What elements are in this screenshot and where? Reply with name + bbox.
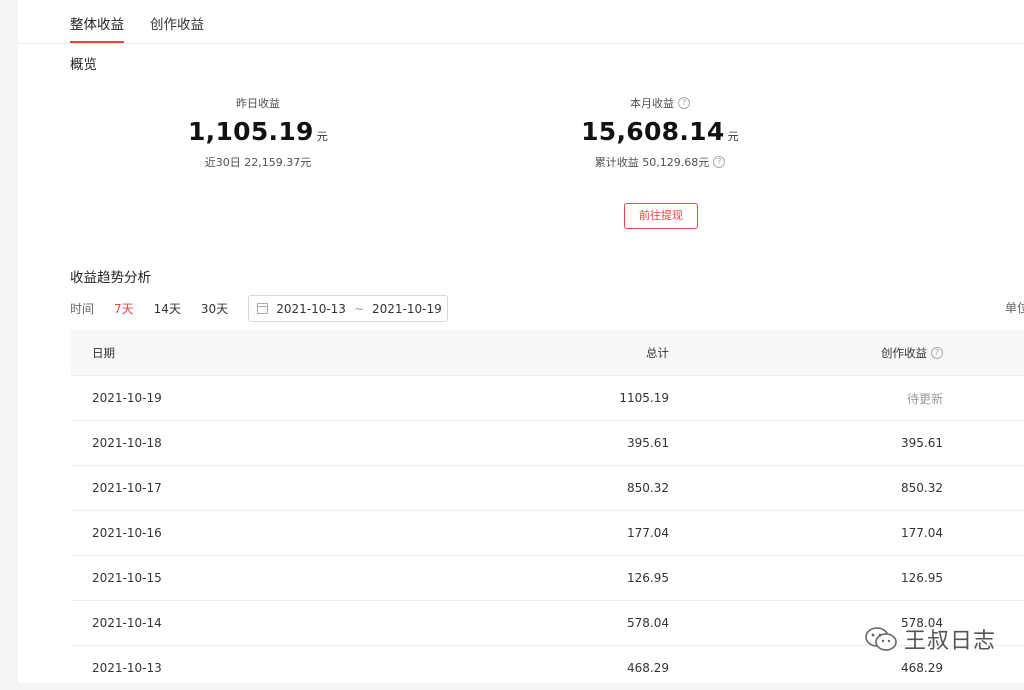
total-income: 累计收益 50,129.68元? [594, 154, 726, 170]
month-income-label-text: 本月收益 [630, 97, 674, 110]
yesterday-income-unit: 元 [316, 130, 329, 143]
row-total: 578.04 [627, 616, 669, 630]
overview-title: 概览 [70, 57, 97, 73]
row-creation: 850.32 [901, 481, 943, 495]
row-total: 850.32 [627, 481, 669, 495]
date-start: 2021-10-13 [276, 301, 346, 316]
row-total: 395.61 [627, 436, 669, 450]
header-total: 总计 [646, 345, 669, 360]
row-date: 2021-10-15 [92, 571, 162, 585]
table-header: 日期 总计 创作收益? [71, 330, 1024, 375]
month-income-label: 本月收益? [630, 95, 690, 111]
total-income-text: 累计收益 50,129.68元 [594, 156, 710, 169]
month-income-unit: 元 [727, 130, 739, 143]
row-date: 2021-10-16 [92, 526, 162, 540]
date-separator: ~ [353, 301, 365, 316]
table-row: 2021-10-15 126.95 126.95 [71, 555, 1024, 600]
row-total: 126.95 [627, 571, 669, 585]
table-row: 2021-10-16 177.04 177.04 [71, 510, 1024, 555]
wechat-icon [865, 627, 897, 651]
withdraw-button[interactable]: 前往提现 [624, 203, 698, 229]
row-creation: 待更新 [906, 391, 943, 406]
tab-divider [18, 43, 1024, 44]
help-icon[interactable]: ? [931, 346, 943, 359]
range-7-days[interactable]: 7天 [114, 300, 134, 317]
row-creation: 395.61 [901, 436, 943, 450]
yesterday-income-label: 昨日收益 [236, 97, 280, 110]
range-14-days[interactable]: 14天 [154, 300, 181, 317]
yesterday-income-value: 1,105.19 元 [173, 117, 343, 146]
row-date: 2021-10-17 [92, 481, 162, 495]
table-row: 2021-10-18 395.61 395.61 [71, 420, 1024, 465]
help-icon[interactable]: ? [678, 97, 690, 109]
time-label: 时间 [70, 302, 95, 316]
row-date: 2021-10-19 [92, 391, 162, 405]
yesterday-income-card: 昨日收益 1,105.19 元 近30日 22,159.37元 [173, 92, 343, 170]
row-date: 2021-10-13 [92, 661, 162, 675]
table-row: 2021-10-17 850.32 850.32 [71, 465, 1024, 510]
income-panel: 整体收益 创作收益 概览 昨日收益 1,105.19 元 近30日 22,159.… [18, 0, 1024, 683]
filter-row: 时间 7天 14天 30天 2021-10-13 ~ 2021-10-19 [70, 295, 449, 322]
row-total: 1105.19 [619, 391, 669, 405]
month-income-value: 15,608.14 元 [570, 117, 750, 146]
last-30-days-income: 近30日 22,159.37元 [204, 156, 312, 169]
tab-bar: 整体收益 创作收益 [70, 0, 204, 43]
header-creation-text: 创作收益 [881, 345, 927, 360]
watermark-text: 王叔日志 [904, 629, 997, 654]
trend-title: 收益趋势分析 [70, 270, 151, 286]
row-creation: 177.04 [901, 526, 943, 540]
row-total: 468.29 [627, 661, 669, 675]
table-row: 2021-10-19 1105.19 待更新 [71, 375, 1024, 420]
header-date: 日期 [92, 345, 115, 360]
calendar-icon [257, 303, 269, 314]
row-total: 177.04 [627, 526, 669, 540]
tab-overall-income[interactable]: 整体收益 [70, 0, 124, 43]
month-income-card: 本月收益? 15,608.14 元 累计收益 50,129.68元? [570, 92, 750, 170]
row-date: 2021-10-14 [92, 616, 162, 630]
tab-creation-income[interactable]: 创作收益 [150, 0, 204, 43]
date-range-picker[interactable]: 2021-10-13 ~ 2021-10-19 [248, 295, 449, 322]
row-date: 2021-10-18 [92, 436, 162, 450]
unit-label: 单位 [1005, 301, 1024, 315]
date-end: 2021-10-19 [372, 301, 442, 316]
header-creation: 创作收益? [669, 345, 943, 361]
yesterday-income-amount: 1,105.19 [187, 117, 314, 146]
row-creation: 126.95 [901, 571, 943, 585]
month-income-amount: 15,608.14 [581, 117, 725, 146]
help-icon[interactable]: ? [713, 156, 726, 168]
watermark: 王叔日志 [864, 623, 996, 655]
range-30-days[interactable]: 30天 [201, 300, 228, 317]
row-creation: 468.29 [901, 661, 943, 675]
